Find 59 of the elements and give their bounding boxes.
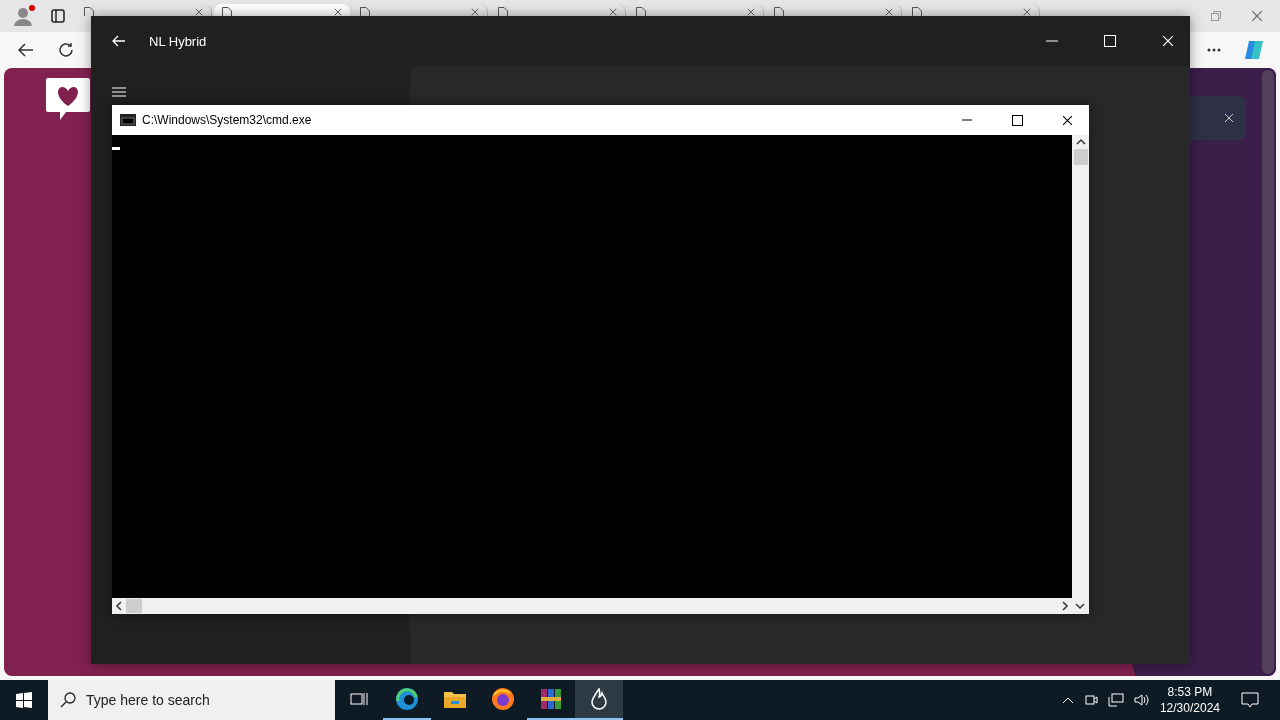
document-icon	[912, 7, 922, 16]
window-icon	[51, 9, 65, 23]
window-title: C:\Windows\System32\cmd.exe	[142, 113, 313, 127]
close-icon	[1251, 10, 1263, 22]
search-icon	[60, 692, 76, 708]
clock-date: 12/30/2024	[1159, 700, 1220, 716]
minimize-icon	[1046, 40, 1058, 42]
close-icon	[1061, 114, 1073, 126]
clock-time: 8:53 PM	[1167, 684, 1213, 700]
folder-icon	[443, 689, 467, 709]
camera-icon	[1083, 693, 1098, 707]
close-icon	[885, 8, 893, 16]
console-icon	[120, 114, 136, 126]
close-icon	[747, 8, 755, 16]
back-icon	[112, 35, 126, 47]
close-icon	[334, 8, 342, 16]
search-field[interactable]: Type here to search	[48, 680, 335, 720]
chevron-up-icon	[1061, 696, 1074, 704]
scroll-down-icon[interactable]	[1075, 601, 1085, 611]
close-icon	[609, 8, 617, 16]
clock[interactable]: 8:53 PM 12/30/2024	[1159, 684, 1220, 716]
document-icon	[636, 7, 646, 16]
maximize-icon	[1011, 114, 1023, 126]
taskbar-button[interactable]	[575, 680, 623, 720]
close-icon	[1023, 8, 1031, 16]
menu-icon	[112, 87, 126, 97]
scrollbar[interactable]	[1262, 70, 1274, 674]
cursor-icon	[112, 147, 120, 150]
close-icon	[195, 8, 203, 16]
document-icon	[84, 7, 94, 16]
maximize-icon	[1104, 35, 1116, 47]
close-icon	[1224, 113, 1234, 123]
flame-icon	[590, 688, 608, 710]
scroll-thumb[interactable]	[1073, 149, 1088, 165]
firefox-icon	[491, 687, 515, 711]
archive-icon	[539, 687, 563, 711]
search-placeholder: Type here to search	[86, 692, 210, 708]
windows-icon	[16, 692, 32, 708]
document-icon	[360, 7, 370, 16]
browser-tab[interactable]	[214, 4, 350, 16]
window-title: NL Hybrid	[149, 33, 208, 49]
back-icon	[18, 43, 34, 57]
message-icon	[1241, 692, 1259, 708]
task-view-icon	[350, 691, 368, 707]
close-icon	[471, 8, 479, 16]
edge-icon	[395, 687, 419, 711]
refresh-icon	[58, 42, 74, 58]
minimize-icon	[962, 119, 972, 121]
avatar-icon	[12, 4, 36, 28]
network-icon	[1107, 693, 1124, 707]
volume-icon	[1133, 693, 1150, 707]
restore-icon	[1211, 11, 1221, 21]
document-icon	[774, 7, 784, 16]
copilot-icon	[1243, 39, 1265, 61]
close-icon	[1162, 35, 1174, 47]
document-icon	[498, 7, 508, 16]
more-icon	[1207, 48, 1221, 52]
document-icon	[222, 7, 232, 16]
scroll-thumb[interactable]	[126, 599, 142, 613]
